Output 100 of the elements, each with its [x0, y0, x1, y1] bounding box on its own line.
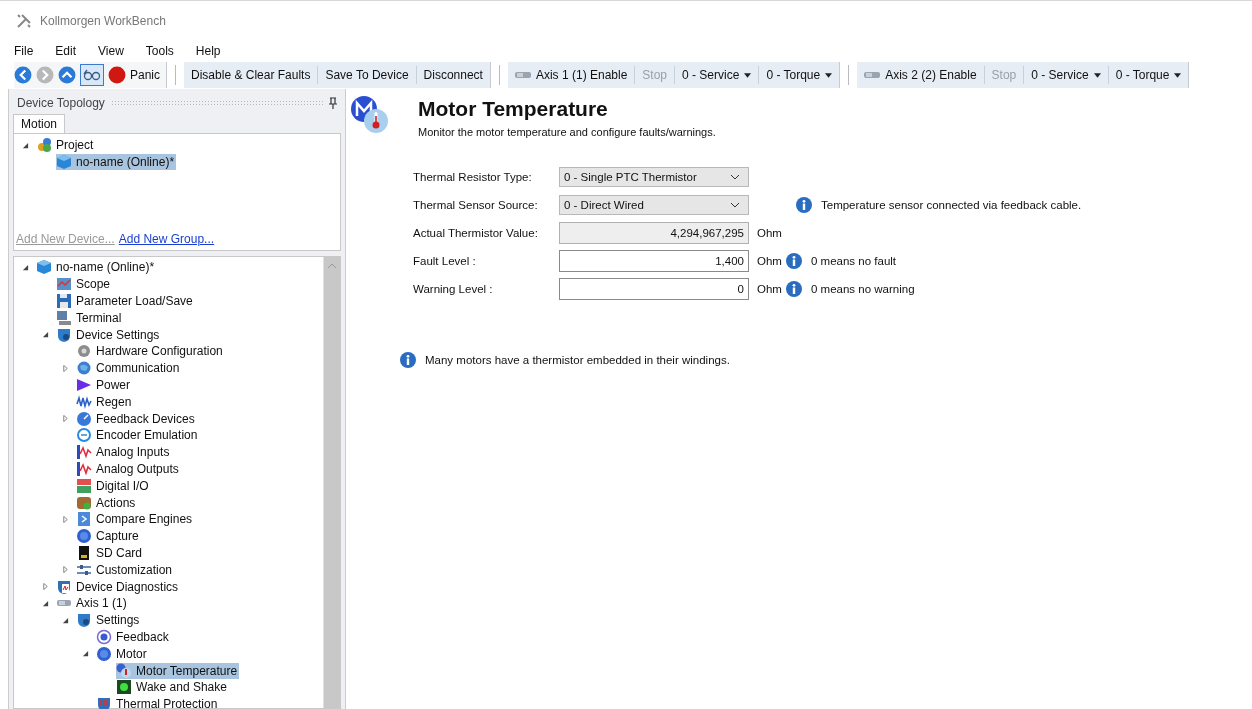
tree-item[interactable]: Feedback [96, 628, 171, 645]
collapsed-icon[interactable] [62, 566, 69, 574]
toolbar-button[interactable]: Disable & Clear Faults [184, 62, 318, 88]
expanded-icon[interactable] [82, 650, 89, 658]
enable-button[interactable]: Axis 1 (1) Enable [507, 62, 635, 88]
tree-item[interactable]: Analog Outputs [76, 460, 181, 477]
tree-item[interactable]: Compare Engines [76, 511, 195, 528]
tree-item[interactable]: Axis 1 (1) [56, 595, 129, 612]
expanded-icon[interactable] [42, 331, 49, 339]
tree-item[interactable]: no-name (Online)* [36, 259, 157, 276]
expanded-icon[interactable] [42, 599, 49, 607]
nav-button[interactable] [58, 66, 76, 84]
tree-item[interactable]: Regen [76, 393, 134, 410]
diagnostics-icon [56, 578, 72, 595]
scrollbar[interactable] [323, 257, 340, 708]
menu-item[interactable]: Help [195, 43, 221, 58]
collapsed-icon[interactable] [62, 515, 69, 523]
tree-item[interactable]: Project [36, 137, 96, 154]
tree-item[interactable]: Actions [76, 494, 138, 511]
play-icon [76, 376, 92, 393]
dropdown-field[interactable]: 0 - Direct Wired [559, 195, 749, 215]
info-icon [786, 281, 802, 297]
glasses-icon [83, 69, 101, 81]
hint-text: 0 means no warning [811, 283, 915, 295]
connector-icon [864, 70, 881, 80]
tree-item[interactable]: Settings [76, 612, 142, 629]
mode-dropdown[interactable]: 0 - Service [675, 62, 759, 88]
tree-item[interactable]: Terminal [56, 309, 124, 326]
signal-icon [76, 460, 92, 477]
field-label: Fault Level : [413, 255, 477, 267]
tree-item[interactable]: Wake and Shake [116, 679, 229, 696]
info-icon [786, 253, 802, 269]
chevron-down-icon [730, 174, 740, 180]
tree-item[interactable]: no-name (Online)* [56, 154, 177, 171]
tree-item[interactable]: Customization [76, 561, 175, 578]
shield-icon [76, 612, 92, 629]
motor-thermometer-icon [350, 95, 390, 135]
tools-icon [16, 12, 32, 29]
menu-item[interactable]: Edit [55, 43, 77, 58]
mode-dropdown[interactable]: 0 - Torque [759, 62, 840, 88]
input-field[interactable]: 0 [559, 278, 749, 300]
collapsed-icon[interactable] [42, 583, 49, 591]
tree-item[interactable]: Scope [56, 276, 113, 293]
circle-icon [96, 645, 112, 662]
page-title: Motor Temperature [418, 97, 609, 121]
tree-item[interactable]: Motor Temperature [116, 662, 240, 679]
connector-icon [514, 70, 531, 80]
caret-icon [1093, 72, 1101, 78]
square-icon [116, 679, 132, 696]
tree-item[interactable]: Parameter Load/Save [56, 293, 195, 309]
menu-item[interactable]: View [98, 43, 124, 58]
expanded-icon[interactable] [62, 616, 69, 624]
target-icon [96, 628, 112, 645]
tree-item[interactable]: Device Diagnostics [56, 578, 181, 595]
menu-item[interactable]: Tools [145, 43, 174, 58]
ring-icon [76, 427, 92, 444]
signal-icon [76, 444, 92, 461]
mode-dropdown[interactable]: 0 - Torque [1108, 62, 1189, 88]
field-label: Thermal Sensor Source: [413, 199, 539, 211]
collapsed-icon[interactable] [62, 364, 69, 372]
toolbar-button[interactable]: Disconnect [416, 62, 490, 88]
tree-item[interactable]: Communication [76, 360, 182, 377]
cube-icon [36, 259, 52, 276]
info-icon [796, 197, 812, 213]
tree-item[interactable]: SD Card [76, 544, 144, 561]
caret-icon [1174, 72, 1182, 78]
unit-label: Ohm [757, 255, 782, 267]
caret-icon [825, 72, 833, 78]
expanded-icon[interactable] [22, 141, 29, 149]
toolbar-button[interactable]: Save To Device [318, 62, 416, 88]
tree-item[interactable]: Device Settings [56, 326, 162, 343]
tree-item[interactable]: Digital I/O [76, 477, 151, 494]
page-subtitle: Monitor the motor temperature and configure faults/warnings. [418, 126, 716, 138]
caret-icon [744, 72, 752, 78]
expanded-icon[interactable] [22, 263, 29, 271]
tree-item[interactable]: Encoder Emulation [76, 427, 200, 444]
tree-item[interactable]: Thermal Protection [96, 696, 220, 709]
input-field[interactable]: 1,400 [559, 250, 749, 272]
tree-item[interactable]: Analog Inputs [76, 444, 172, 461]
panel-tab[interactable]: Motion [13, 114, 66, 133]
mode-dropdown[interactable]: 0 - Service [1024, 62, 1108, 88]
tree-item[interactable]: Hardware Configuration [76, 343, 225, 360]
menu-item[interactable]: File [14, 43, 34, 58]
collapsed-icon[interactable] [62, 415, 69, 423]
unit-label: Ohm [757, 227, 782, 239]
tree-item[interactable]: Feedback Devices [76, 410, 197, 427]
tree-item[interactable]: Capture [76, 528, 141, 545]
box-icon [76, 494, 92, 511]
enable-button[interactable]: Axis 2 (2) Enable [857, 62, 984, 88]
link[interactable]: Add New Group... [118, 232, 215, 246]
value-field[interactable]: 4,294,967,295 [559, 222, 749, 244]
panel-title: Device Topology [17, 96, 105, 110]
pin-icon[interactable] [329, 97, 337, 109]
tree-item[interactable]: Motor [96, 645, 149, 662]
nav-button[interactable] [14, 66, 32, 84]
dropdown-field[interactable]: 0 - Single PTC Thermistor [559, 167, 749, 187]
thermometer-icon [116, 662, 132, 679]
tree-item[interactable]: Power [76, 376, 132, 393]
glasses-toggle[interactable] [80, 64, 104, 86]
hint-text: Temperature sensor connected via feedback cable. [821, 199, 1082, 211]
